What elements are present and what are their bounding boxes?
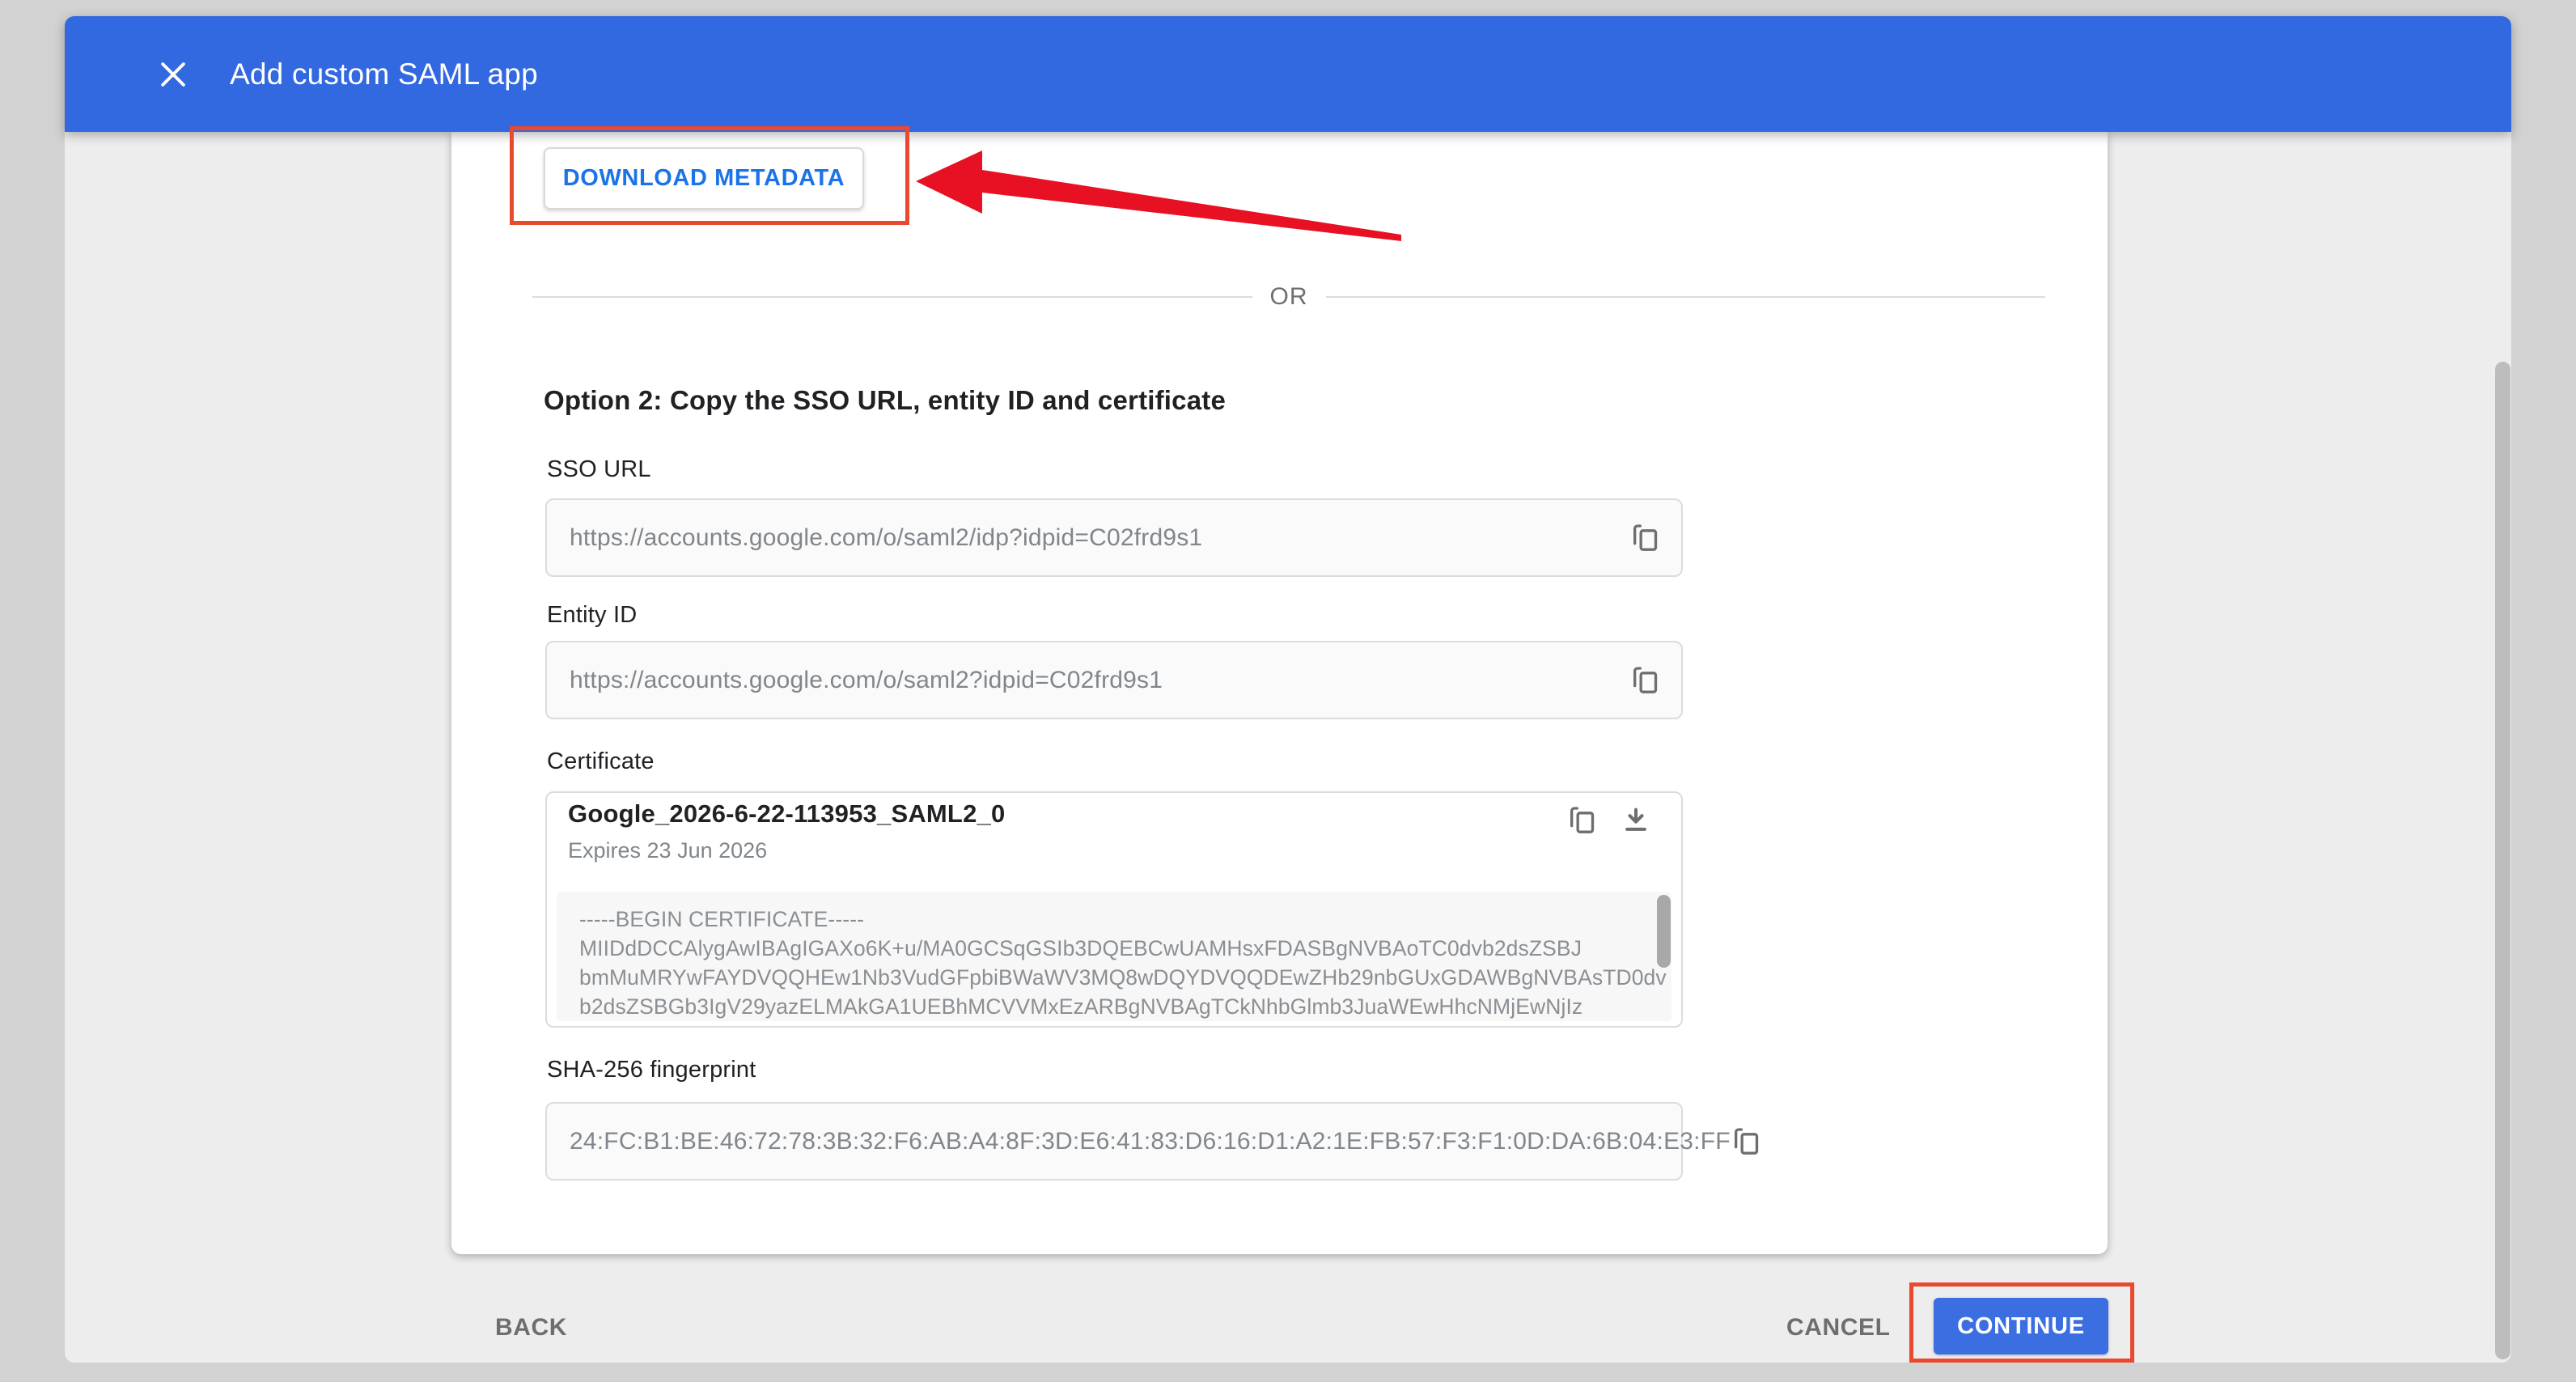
pem-line: MIIDdDCCAlygAwIBAgIGAXo6K+u/MA0GCSqGSIb3… — [579, 934, 1671, 963]
dialog-header: Add custom SAML app — [65, 16, 2511, 132]
certificate-expiry: Expires 23 Jun 2026 — [568, 838, 767, 863]
copy-icon — [1566, 804, 1599, 837]
copy-icon — [1629, 664, 1662, 697]
fingerprint-field: 24:FC:B1:BE:46:72:78:3B:32:F6:AB:A4:8F:3… — [545, 1102, 1683, 1181]
entity-id-value: https://accounts.google.com/o/saml2?idpi… — [570, 667, 1625, 694]
download-metadata-button[interactable]: DOWNLOAD METADATA — [544, 147, 864, 210]
fingerprint-value: 24:FC:B1:BE:46:72:78:3B:32:F6:AB:A4:8F:3… — [570, 1128, 1731, 1155]
certificate-name: Google_2026-6-22-113953_SAML2_0 — [568, 799, 1005, 829]
copy-icon — [1731, 1126, 1763, 1158]
download-certificate-button[interactable] — [1615, 798, 1657, 843]
dialog-title: Add custom SAML app — [230, 57, 538, 91]
continue-button[interactable]: CONTINUE — [1934, 1298, 2108, 1354]
option2-heading: Option 2: Copy the SSO URL, entity ID an… — [544, 385, 1226, 416]
entity-id-field: https://accounts.google.com/o/saml2?idpi… — [545, 641, 1683, 719]
certificate-scrollbar-thumb[interactable] — [1657, 895, 1671, 968]
certificate-pem-textarea[interactable]: -----BEGIN CERTIFICATE----- MIIDdDCCAlyg… — [557, 892, 1671, 1021]
sso-url-field: https://accounts.google.com/o/saml2/idp?… — [545, 498, 1683, 577]
or-divider: OR — [532, 280, 2045, 314]
cancel-button[interactable]: CANCEL — [1786, 1314, 1891, 1342]
back-button[interactable]: BACK — [495, 1314, 567, 1342]
entity-id-label: Entity ID — [547, 602, 637, 629]
red-arrow-annotation-icon — [916, 150, 1403, 246]
close-icon — [155, 57, 191, 92]
pem-line: bmMuMRYwFAYDVQQHEw1Nb3VudGFpbiBWaWV3MQ8w… — [579, 963, 1671, 992]
or-divider-label: OR — [1270, 283, 1308, 311]
close-button[interactable] — [149, 50, 197, 99]
window-scrollbar-thumb[interactable] — [2495, 362, 2510, 1359]
copy-fingerprint-button[interactable] — [1731, 1119, 1763, 1164]
divider-line-left — [532, 296, 1252, 298]
download-icon — [1620, 804, 1652, 837]
fingerprint-label: SHA-256 fingerprint — [547, 1057, 756, 1083]
certificate-label: Certificate — [547, 748, 655, 775]
copy-icon — [1629, 522, 1662, 554]
copy-sso-url-button[interactable] — [1625, 515, 1667, 561]
sso-url-label: SSO URL — [547, 456, 651, 483]
copy-entity-id-button[interactable] — [1625, 658, 1667, 703]
pem-line: b2dsZSBGb3IgV29yazELMAkGA1UEBhMCVVMxEzAR… — [579, 992, 1671, 1021]
copy-certificate-button[interactable] — [1561, 798, 1604, 843]
pem-line: -----BEGIN CERTIFICATE----- — [579, 905, 1671, 934]
sso-url-value: https://accounts.google.com/o/saml2/idp?… — [570, 524, 1625, 552]
divider-line-right — [1326, 296, 2046, 298]
